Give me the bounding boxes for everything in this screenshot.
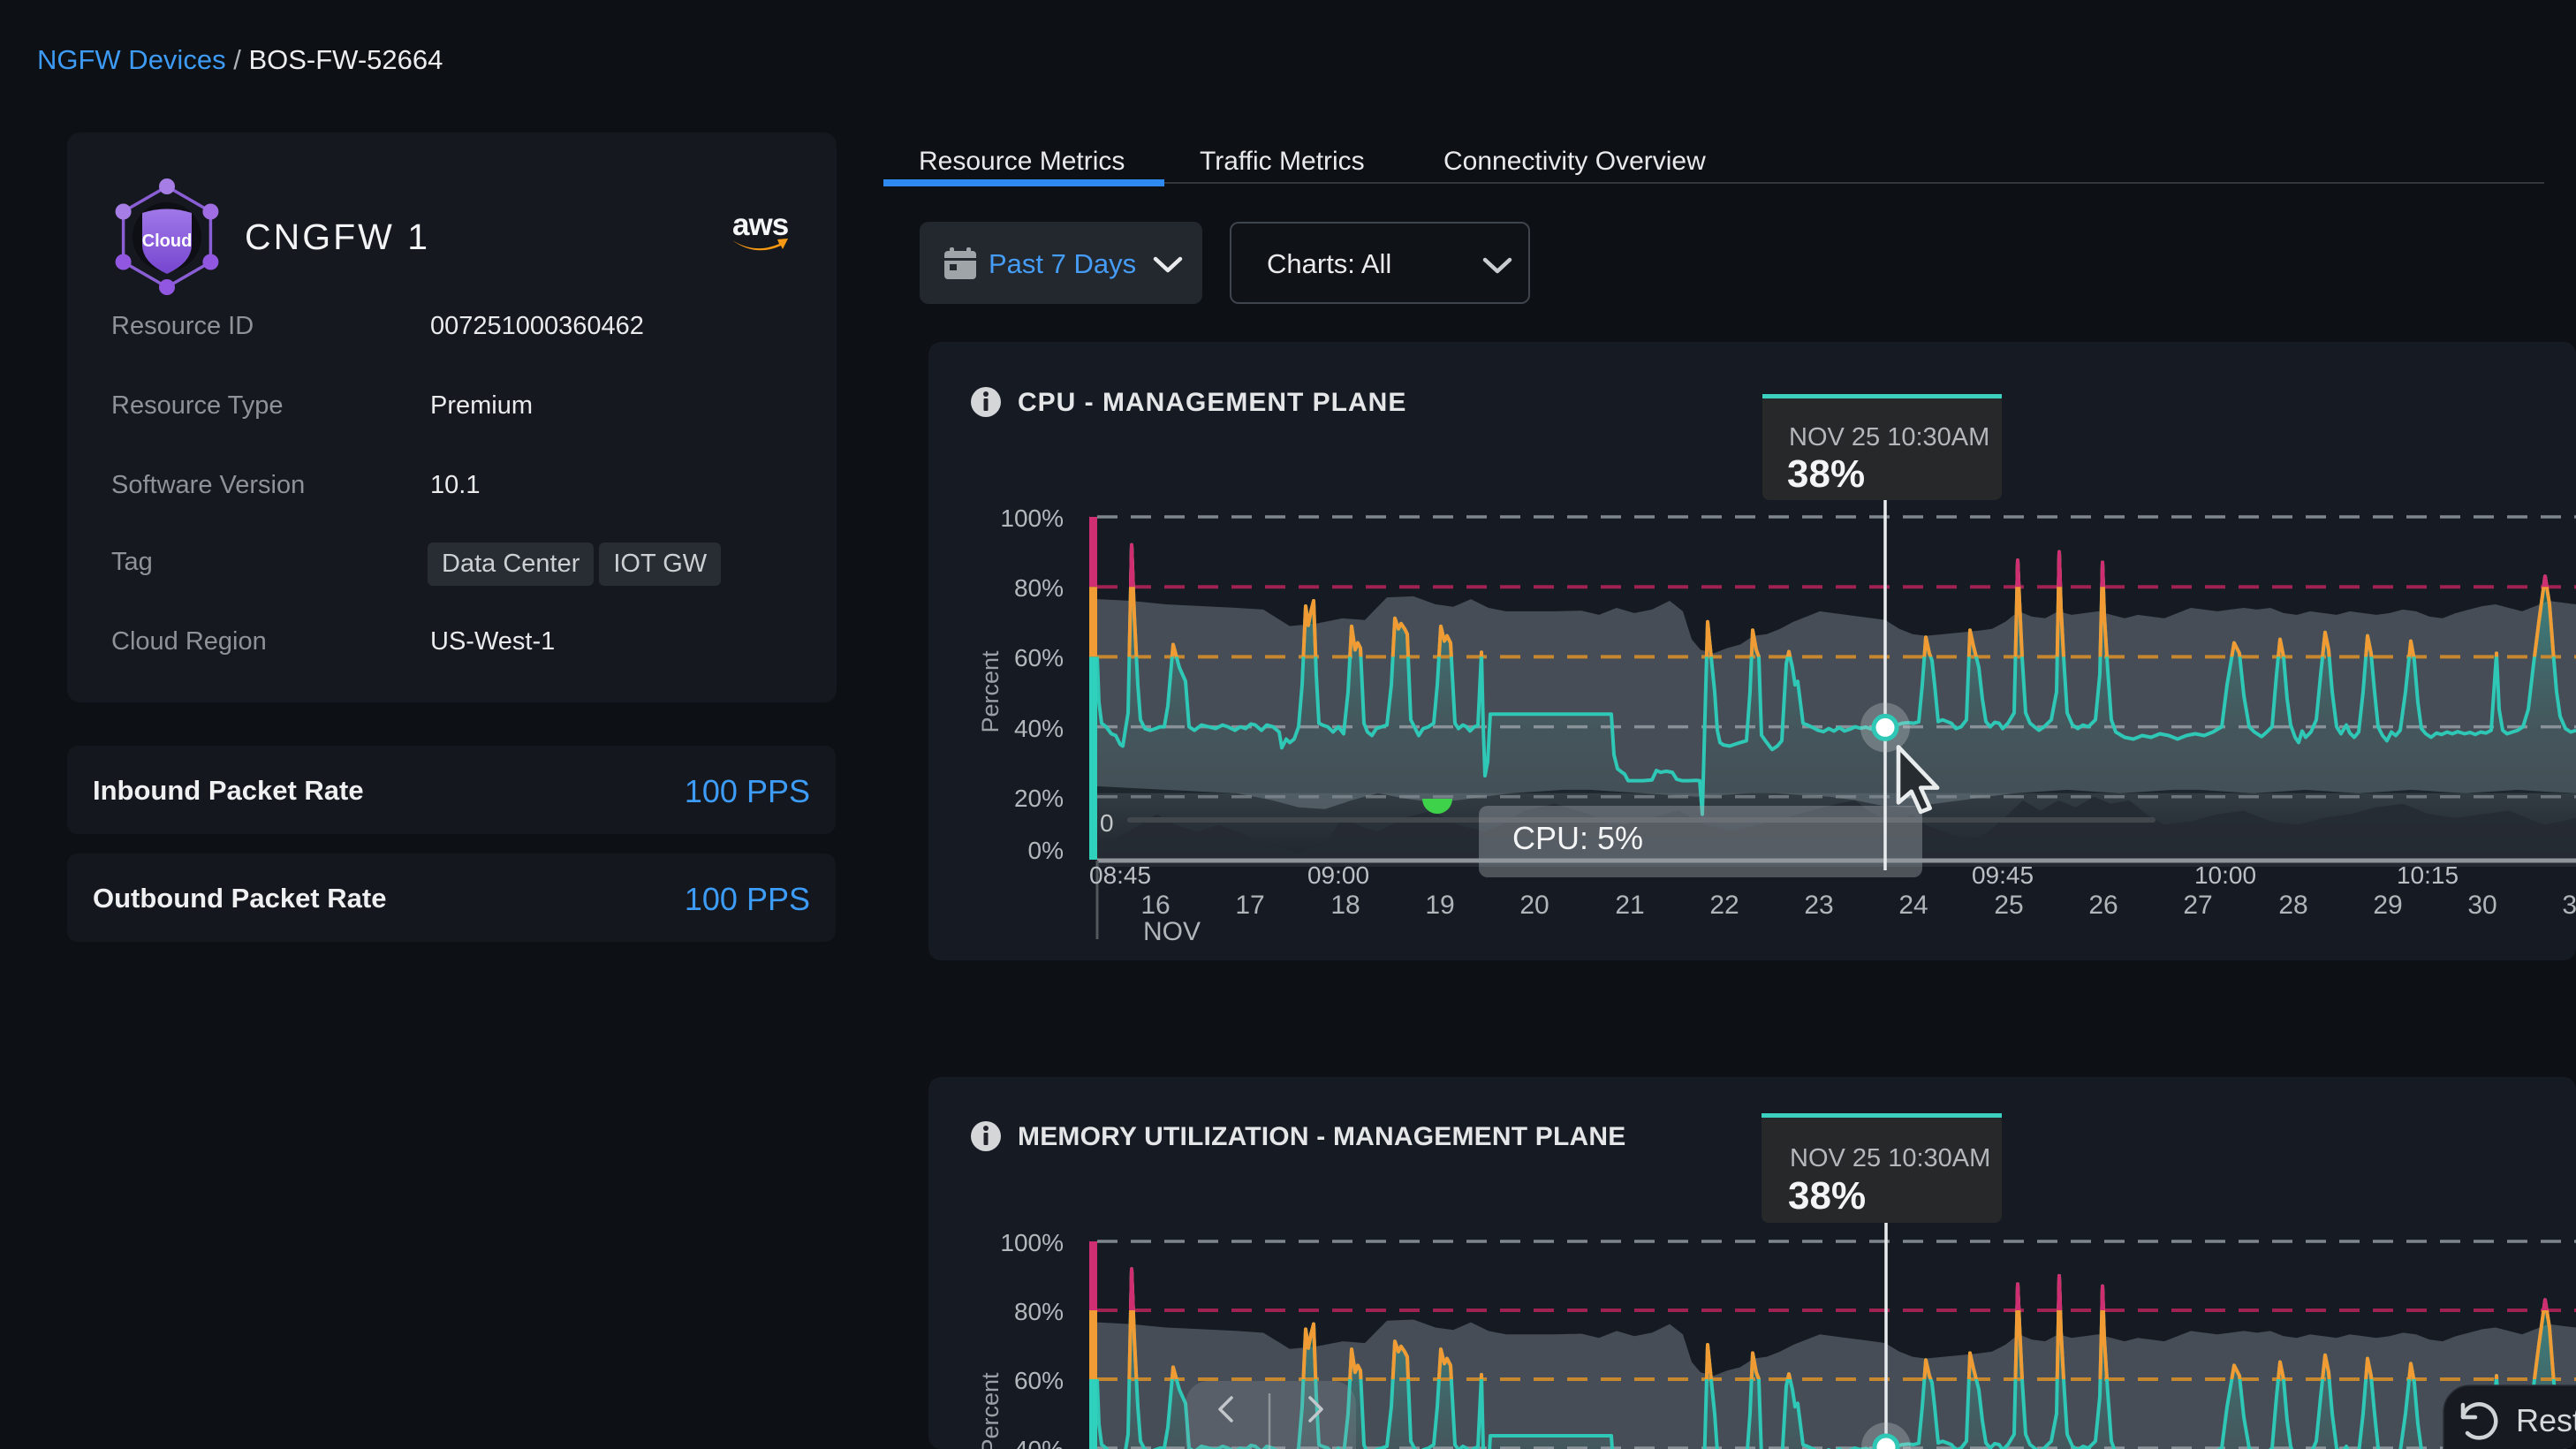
svg-text:Percent: Percent [977, 1372, 1004, 1449]
svg-text:19: 19 [1425, 891, 1454, 920]
svg-text:0: 0 [1100, 809, 1114, 837]
svg-text:22: 22 [1709, 891, 1739, 920]
svg-text:29: 29 [2373, 891, 2402, 920]
svg-text:38%: 38% [1788, 1174, 1866, 1218]
svg-text:26: 26 [2088, 891, 2118, 920]
svg-text:Restart: Restart [2516, 1402, 2576, 1438]
svg-text:0%: 0% [1028, 837, 1064, 864]
svg-text:20: 20 [1519, 891, 1549, 920]
svg-text:NOV 25 10:30AM: NOV 25 10:30AM [1790, 1144, 1990, 1172]
svg-text:31: 31 [2562, 891, 2576, 920]
svg-text:NOV 25 10:30AM: NOV 25 10:30AM [1789, 423, 1989, 451]
svg-text:aws: aws [732, 208, 789, 242]
svg-text:18: 18 [1330, 891, 1360, 920]
svg-text:20%: 20% [1014, 785, 1064, 812]
svg-text:NOV: NOV [1143, 917, 1201, 946]
svg-text:17: 17 [1235, 891, 1264, 920]
svg-text:10:15: 10:15 [2397, 861, 2459, 889]
svg-text:40%: 40% [1014, 1436, 1064, 1449]
svg-text:100%: 100% [1000, 1229, 1064, 1256]
svg-text:Cloud: Cloud [142, 231, 193, 251]
svg-text:60%: 60% [1014, 644, 1064, 671]
svg-text:40%: 40% [1014, 715, 1064, 742]
svg-text:09:00: 09:00 [1307, 861, 1369, 889]
svg-text:80%: 80% [1014, 1298, 1064, 1325]
svg-text:24: 24 [1898, 891, 1928, 920]
svg-text:CPU: 5%: CPU: 5% [1512, 820, 1643, 856]
svg-text:16: 16 [1140, 891, 1170, 920]
svg-text:27: 27 [2183, 891, 2212, 920]
svg-text:100%: 100% [1000, 504, 1064, 532]
svg-text:23: 23 [1804, 891, 1833, 920]
svg-text:10:00: 10:00 [2194, 861, 2256, 889]
svg-text:38%: 38% [1787, 452, 1865, 496]
svg-text:80%: 80% [1014, 574, 1064, 602]
svg-text:30: 30 [2467, 891, 2496, 920]
svg-text:08:45: 08:45 [1089, 861, 1151, 889]
svg-text:21: 21 [1615, 891, 1644, 920]
svg-text:Percent: Percent [977, 650, 1004, 733]
svg-text:25: 25 [1994, 891, 2023, 920]
svg-text:09:45: 09:45 [1972, 861, 2034, 889]
svg-text:28: 28 [2278, 891, 2307, 920]
svg-text:60%: 60% [1014, 1367, 1064, 1394]
